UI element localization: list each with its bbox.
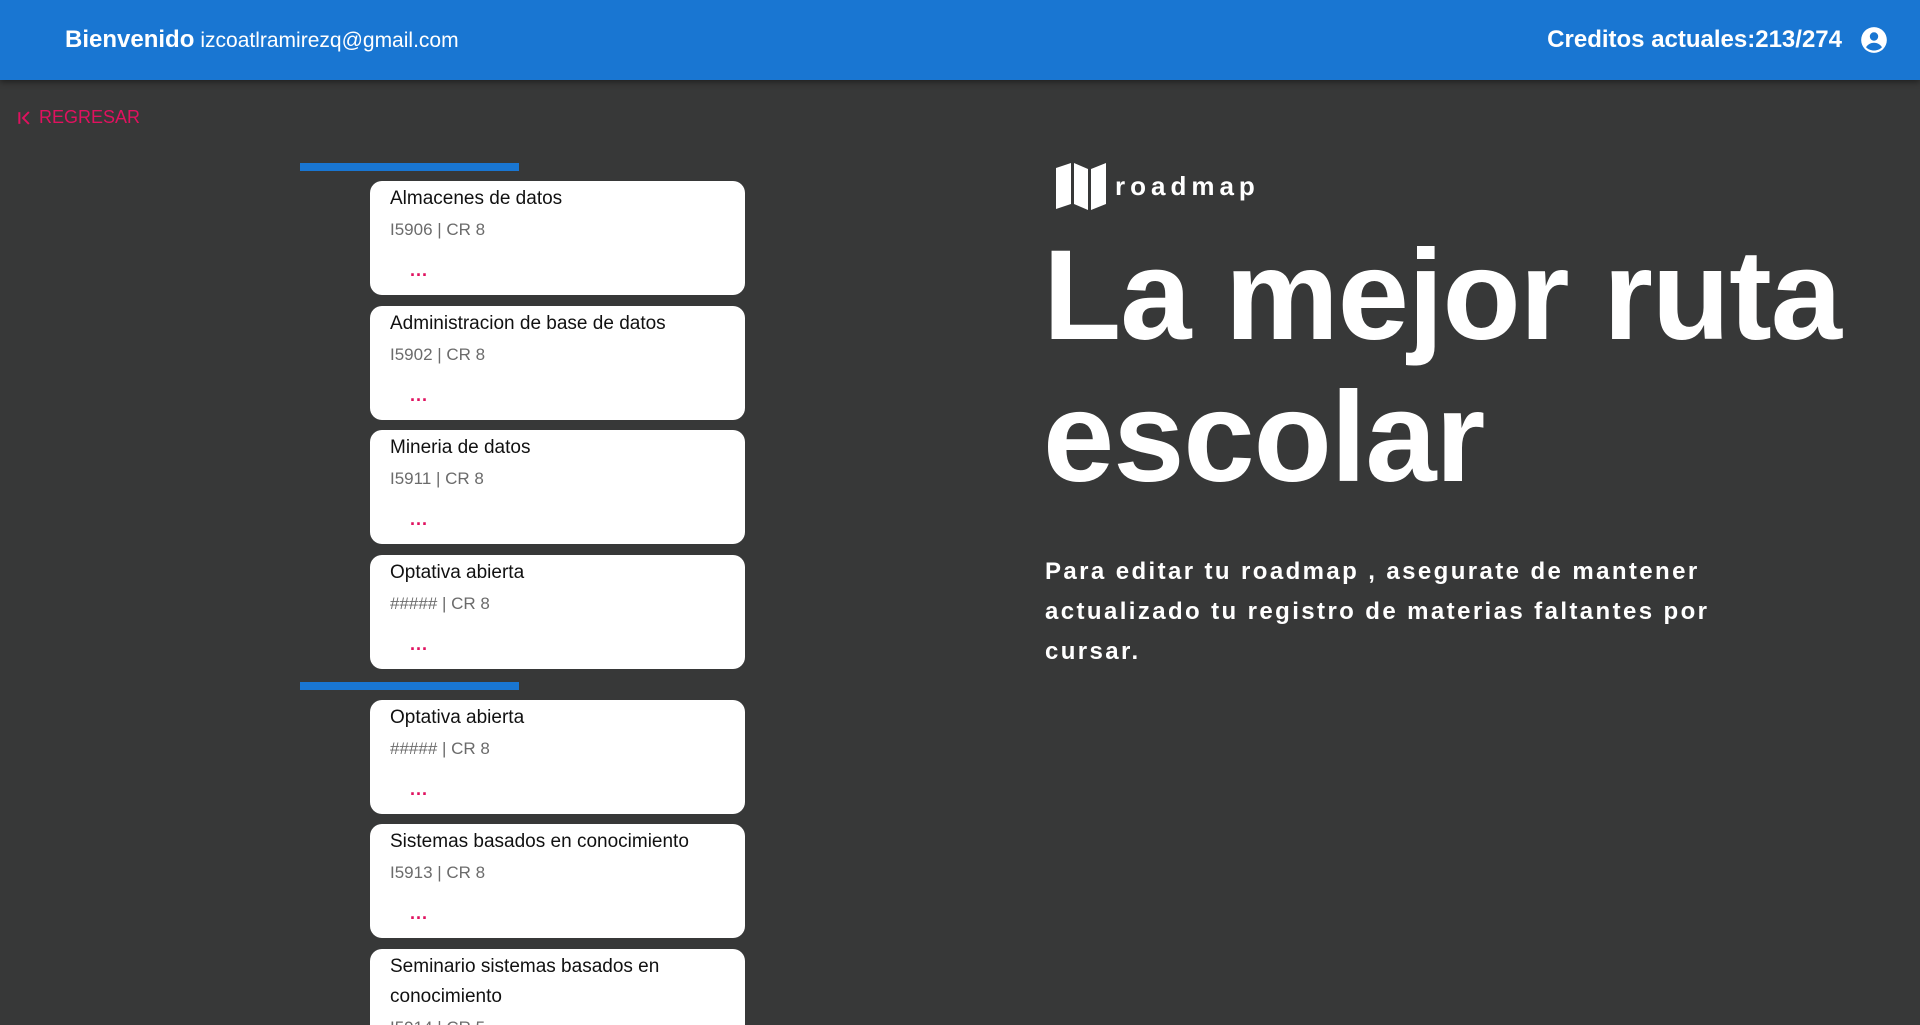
hero-description: Para editar tu roadmap , asegurate de ma…	[1045, 558, 1710, 665]
map-icon	[1056, 163, 1106, 210]
credits-area: Creditos actuales:213/274	[1547, 26, 1888, 54]
course-card[interactable]: Administracion de base de datos I5902 | …	[370, 306, 745, 420]
welcome-message: Bienvenido izcoatlramirezq@gmail.com	[65, 26, 459, 54]
course-meta: ##### | CR 8	[390, 594, 490, 613]
app-header: Bienvenido izcoatlramirezq@gmail.com Cre…	[0, 0, 1920, 80]
welcome-label: Bienvenido	[65, 26, 195, 53]
back-button[interactable]: REGRESAR	[15, 107, 140, 128]
course-meta: I5906 | CR 8	[390, 220, 486, 239]
course-card[interactable]: Seminario sistemas basados en conocimien…	[370, 949, 745, 1025]
hero-title: La mejor ruta escolar	[1043, 224, 1842, 509]
course-card[interactable]: Optativa abierta ##### | CR 8 ...	[370, 555, 745, 669]
first-page-icon	[18, 110, 30, 125]
course-options-button[interactable]: ...	[410, 260, 428, 281]
course-name: Optativa abierta	[390, 707, 525, 728]
course-name: Mineria de datos	[390, 437, 531, 458]
course-options-button[interactable]: ...	[410, 509, 428, 530]
account-circle-icon[interactable]	[1860, 26, 1888, 54]
course-card[interactable]: Optativa abierta ##### | CR 8 ...	[370, 700, 745, 814]
course-meta: I5913 | CR 8	[390, 863, 486, 882]
course-name: Seminario sistemas basados en conocimien…	[390, 956, 660, 1007]
course-name: Administracion de base de datos	[390, 313, 666, 334]
brand-logo: roadmap	[1053, 158, 1260, 214]
course-options-button[interactable]: ...	[410, 385, 428, 406]
course-meta: I5914 | CR 5	[390, 1016, 725, 1025]
course-card[interactable]: Almacenes de datos I5906 | CR 8 ...	[370, 181, 745, 295]
brand-name: roadmap	[1115, 170, 1260, 201]
user-email: izcoatlramirezq@gmail.com	[200, 29, 459, 52]
course-meta: I5902 | CR 8	[390, 345, 486, 364]
course-options-button[interactable]: ...	[410, 903, 428, 924]
course-options-button[interactable]: ...	[410, 779, 428, 800]
semester-divider	[300, 163, 519, 171]
course-meta: ##### | CR 8	[390, 739, 490, 758]
course-name: Sistemas basados en conocimiento	[390, 831, 689, 852]
credits-counter: Creditos actuales:213/274	[1547, 26, 1842, 53]
back-label: REGRESAR	[39, 107, 141, 127]
course-card[interactable]: Mineria de datos I5911 | CR 8 ...	[370, 430, 745, 544]
semester-divider	[300, 682, 519, 690]
course-name: Almacenes de datos	[390, 188, 563, 209]
course-name: Optativa abierta	[390, 562, 525, 583]
course-options-button[interactable]: ...	[410, 634, 428, 655]
course-card[interactable]: Sistemas basados en conocimiento I5913 |…	[370, 824, 745, 938]
course-meta: I5911 | CR 8	[390, 469, 484, 488]
